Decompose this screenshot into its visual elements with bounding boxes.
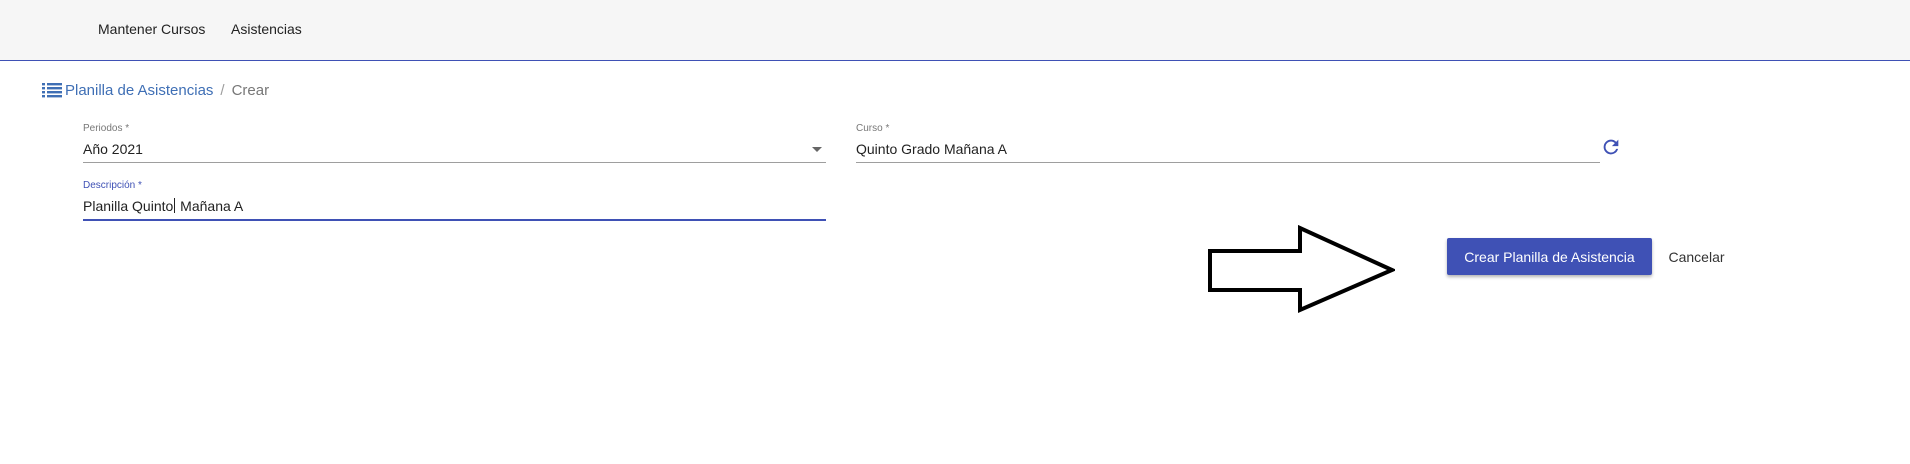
descripcion-label: Descripción * bbox=[83, 180, 142, 191]
breadcrumb-separator: / bbox=[220, 81, 225, 99]
chevron-down-icon[interactable] bbox=[812, 147, 822, 152]
descripcion-value-after-caret: Mañana A bbox=[176, 198, 244, 214]
breadcrumb-link-planilla-de-asistencias[interactable]: Planilla de Asistencias bbox=[42, 82, 213, 99]
descripcion-value-before-caret: Planilla Quinto bbox=[83, 198, 174, 214]
arrow-right-icon bbox=[1208, 225, 1395, 314]
nav-item-mantener-cursos[interactable]: Mantener Cursos bbox=[98, 21, 205, 37]
list-icon bbox=[42, 83, 62, 98]
breadcrumb-current: Crear bbox=[231, 81, 270, 99]
cancelar-button[interactable]: Cancelar bbox=[1655, 238, 1738, 275]
breadcrumb: Planilla de Asistencias / Crear bbox=[42, 80, 269, 100]
periodos-select[interactable]: Periodos * Año 2021 bbox=[83, 123, 826, 163]
refresh-icon[interactable] bbox=[1600, 136, 1622, 158]
descripcion-field[interactable]: Descripción * Planilla Quinto Mañana A bbox=[83, 180, 826, 221]
descripcion-underline bbox=[83, 219, 826, 221]
periodos-value: Año 2021 bbox=[83, 141, 143, 157]
curso-underline bbox=[856, 162, 1600, 163]
curso-value: Quinto Grado Mañana A bbox=[856, 141, 1007, 157]
crear-planilla-button[interactable]: Crear Planilla de Asistencia bbox=[1447, 238, 1652, 275]
descripcion-value[interactable]: Planilla Quinto Mañana A bbox=[83, 198, 243, 214]
curso-label: Curso * bbox=[856, 123, 890, 134]
top-navbar: Mantener Cursos Asistencias bbox=[0, 0, 1910, 61]
curso-field[interactable]: Curso * Quinto Grado Mañana A bbox=[856, 123, 1600, 163]
periodos-underline bbox=[83, 162, 826, 163]
breadcrumb-link-label[interactable]: Planilla de Asistencias bbox=[65, 82, 213, 99]
periodos-label: Periodos * bbox=[83, 123, 130, 134]
nav-item-asistencias[interactable]: Asistencias bbox=[231, 21, 302, 37]
